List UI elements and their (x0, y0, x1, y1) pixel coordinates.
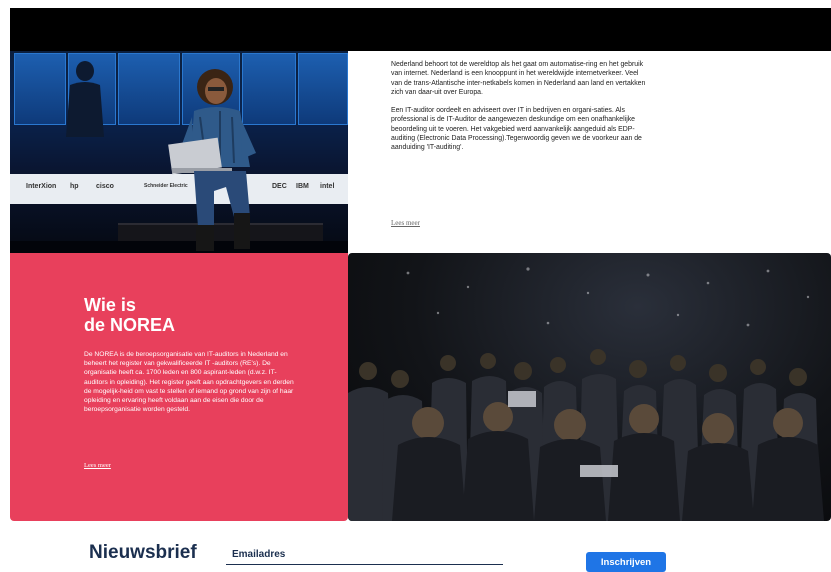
background-person-silhouette (66, 61, 104, 137)
subscribe-button[interactable]: Inschrijven (586, 552, 666, 572)
about-read-more-link[interactable]: Lees meer (391, 219, 420, 227)
about-paragraph-2: Een IT-auditor oordeelt en adviseert ove… (391, 107, 642, 152)
norea-heading-line1: Wie is (84, 295, 136, 315)
woman-with-laptop-figure (168, 69, 256, 251)
about-it-auditing-text: Nederland behoort tot de wereldtop als h… (391, 60, 646, 162)
sponsor-logo: InterXion (26, 183, 57, 190)
conference-audience-photo (348, 253, 831, 521)
norea-description: De NOREA is de beroepsorganisatie van IT… (84, 351, 294, 414)
top-black-band (10, 8, 831, 51)
norea-read-more-link[interactable]: Lees meer (84, 462, 111, 469)
email-input[interactable] (226, 545, 503, 565)
about-paragraph-1: Nederland behoort tot de wereldtop als h… (391, 61, 646, 96)
norea-heading: Wie is de NOREA (84, 295, 284, 335)
sponsor-logo: IBM (296, 183, 309, 190)
sponsor-logo: intel (320, 183, 335, 190)
norea-heading-line2: de NOREA (84, 315, 176, 335)
audience-figures (348, 267, 824, 521)
datacenter-photo: InterXion hp cisco Schneider Electric DE… (10, 51, 348, 253)
sponsor-logo: hp (70, 183, 79, 190)
norea-card: Wie is de NOREA De NOREA is de beroepsor… (10, 253, 348, 521)
sponsor-logo: cisco (96, 183, 114, 190)
newsletter-title: Nieuwsbrief (89, 542, 197, 563)
